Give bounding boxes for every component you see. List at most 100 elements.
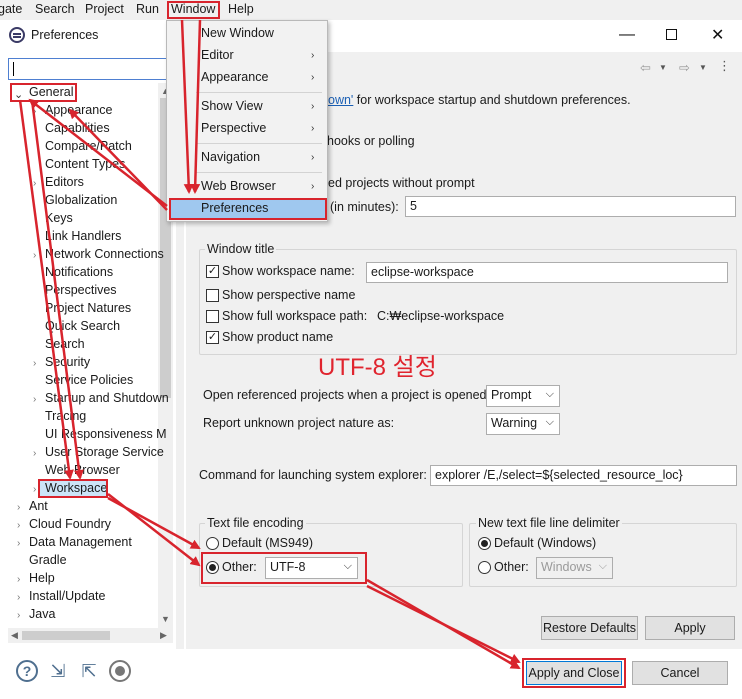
filter-input[interactable] [8, 58, 170, 80]
tree-item[interactable]: Keys [45, 211, 73, 225]
expand-arrow-icon[interactable]: › [33, 106, 36, 117]
tree-item[interactable]: Ant [29, 499, 48, 513]
interval-input[interactable]: 5 [405, 196, 736, 217]
show-full-path-checkbox[interactable] [206, 310, 219, 323]
tree-item[interactable]: Data Management [29, 535, 132, 549]
help-icon[interactable]: ? [16, 660, 38, 682]
expand-arrow-icon[interactable]: › [17, 520, 20, 531]
tree-item[interactable]: Notifications [45, 265, 113, 279]
submenu-arrow-icon: › [311, 50, 315, 61]
menu-project[interactable]: Project [85, 2, 124, 16]
restore-defaults-button[interactable]: Restore Defaults [541, 616, 638, 640]
chevron-down-icon: ⌵ [545, 416, 554, 428]
tree-item[interactable]: Tracing [45, 409, 86, 423]
scroll-down-icon[interactable]: ▼ [161, 614, 170, 624]
expand-arrow-icon[interactable]: › [33, 178, 36, 189]
tree-item[interactable]: Help [29, 571, 55, 585]
cancel-button[interactable]: Cancel [632, 661, 728, 685]
menu-search[interactable]: Search [35, 2, 75, 16]
show-perspective-name-checkbox[interactable] [206, 289, 219, 302]
tree-item[interactable]: Security [45, 355, 90, 369]
menu-item-appearance[interactable]: Appearance [201, 70, 268, 84]
encoding-default-radio[interactable] [206, 537, 219, 550]
expand-arrow-icon[interactable]: › [33, 394, 36, 405]
menu-item-perspective[interactable]: Perspective [201, 121, 266, 135]
tree-hscroll-thumb[interactable] [22, 631, 110, 640]
tree-item[interactable]: Quick Search [45, 319, 120, 333]
tree-item[interactable]: Compare/Patch [45, 139, 132, 153]
menu-item-preferences[interactable]: Preferences [201, 201, 268, 215]
tree-item[interactable]: User Storage Service [45, 445, 164, 459]
tree-item[interactable]: Editors [45, 175, 84, 189]
tree-item[interactable]: Appearance [45, 103, 112, 117]
scroll-left-icon[interactable]: ◀ [11, 630, 18, 641]
show-product-name-checkbox[interactable]: ✓ [206, 331, 219, 344]
tree-item[interactable]: Startup and Shutdown [45, 391, 169, 405]
menu-item-new-window[interactable]: New Window [201, 26, 274, 40]
tree-item[interactable]: Link Handlers [45, 229, 121, 243]
close-button[interactable]: ✕ [711, 25, 724, 45]
export-icon[interactable]: ⇱ [78, 660, 100, 682]
menu-separator [196, 143, 322, 144]
expand-arrow-icon[interactable]: › [17, 592, 20, 603]
startup-text: for workspace startup and shutdown prefe… [353, 93, 631, 107]
expand-arrow-icon[interactable]: › [33, 358, 36, 369]
expand-arrow-icon[interactable]: › [33, 484, 36, 495]
menu-item-show-view[interactable]: Show View [201, 99, 263, 113]
tree-item[interactable]: Java [29, 607, 55, 621]
delimiter-default-radio[interactable] [478, 537, 491, 550]
back-dropdown-icon[interactable]: ▼ [659, 63, 667, 72]
menu-item-web-browser[interactable]: Web Browser [201, 179, 276, 193]
record-icon[interactable] [109, 660, 131, 682]
view-menu-icon[interactable]: ⋮ [718, 58, 731, 74]
show-perspective-name-label: Show perspective name [222, 288, 356, 302]
maximize-button[interactable] [666, 29, 677, 40]
encoding-default-label: Default (MS949) [222, 536, 314, 550]
tree-item[interactable]: Cloud Foundry [29, 517, 111, 531]
back-arrow-icon[interactable]: ⇦ [640, 60, 651, 76]
unknown-nature-combo[interactable]: Warning ⌵ [486, 413, 560, 435]
forward-dropdown-icon[interactable]: ▼ [699, 63, 707, 72]
scroll-right-icon[interactable]: ▶ [160, 630, 167, 641]
delimiter-other-radio[interactable] [478, 561, 491, 574]
expand-arrow-icon[interactable]: › [17, 574, 20, 585]
tree-item[interactable]: Perspectives [45, 283, 117, 297]
expand-arrow-icon[interactable]: › [17, 538, 20, 549]
tree-item[interactable]: Search [45, 337, 85, 351]
menu-separator [196, 92, 322, 93]
tree-item[interactable]: Capabilities [45, 121, 110, 135]
import-icon[interactable]: ⇲ [47, 660, 69, 682]
tree-item[interactable]: Project Natures [45, 301, 131, 315]
tree-item[interactable]: UI Responsiveness M [45, 427, 167, 441]
submenu-arrow-icon: › [311, 181, 315, 192]
menu-item-navigation[interactable]: Navigation [201, 150, 260, 164]
tree-item[interactable]: Service Policies [45, 373, 133, 387]
explorer-input[interactable]: explorer /E,/select=${selected_resource_… [430, 465, 737, 486]
menu-bar: gate Search Project Run Window Help [0, 0, 742, 20]
tree-item[interactable]: Content Types [45, 157, 125, 171]
menu-help[interactable]: Help [228, 2, 254, 16]
menu-run[interactable]: Run [136, 2, 159, 16]
expand-arrow-icon[interactable]: › [17, 610, 20, 621]
tree-item[interactable]: Install/Update [29, 589, 105, 603]
apply-button[interactable]: Apply [645, 616, 735, 640]
expand-arrow-icon[interactable]: › [17, 502, 20, 513]
workspace-name-input[interactable]: eclipse-workspace [366, 262, 728, 283]
general-highlight-box [10, 83, 77, 102]
tree-item[interactable]: Gradle [29, 553, 67, 567]
encoding-highlight-box [201, 552, 367, 584]
delimiter-combo[interactable]: Windows ⌵ [536, 557, 613, 579]
tree-item[interactable]: Globalization [45, 193, 117, 207]
minimize-button[interactable]: — [619, 26, 635, 44]
open-ref-combo[interactable]: Prompt ⌵ [486, 385, 560, 407]
open-ref-value: Prompt [491, 388, 532, 402]
menu-navigate[interactable]: gate [0, 2, 22, 16]
forward-arrow-icon[interactable]: ⇨ [679, 60, 690, 76]
show-workspace-name-checkbox[interactable]: ✓ [206, 265, 219, 278]
expand-arrow-icon[interactable]: › [33, 448, 36, 459]
expand-arrow-icon[interactable]: › [33, 250, 36, 261]
startup-link[interactable]: own' [328, 93, 353, 107]
menu-item-editor[interactable]: Editor [201, 48, 234, 62]
tree-item[interactable]: Network Connections [45, 247, 164, 261]
tree-item[interactable]: Web Browser [45, 463, 120, 477]
